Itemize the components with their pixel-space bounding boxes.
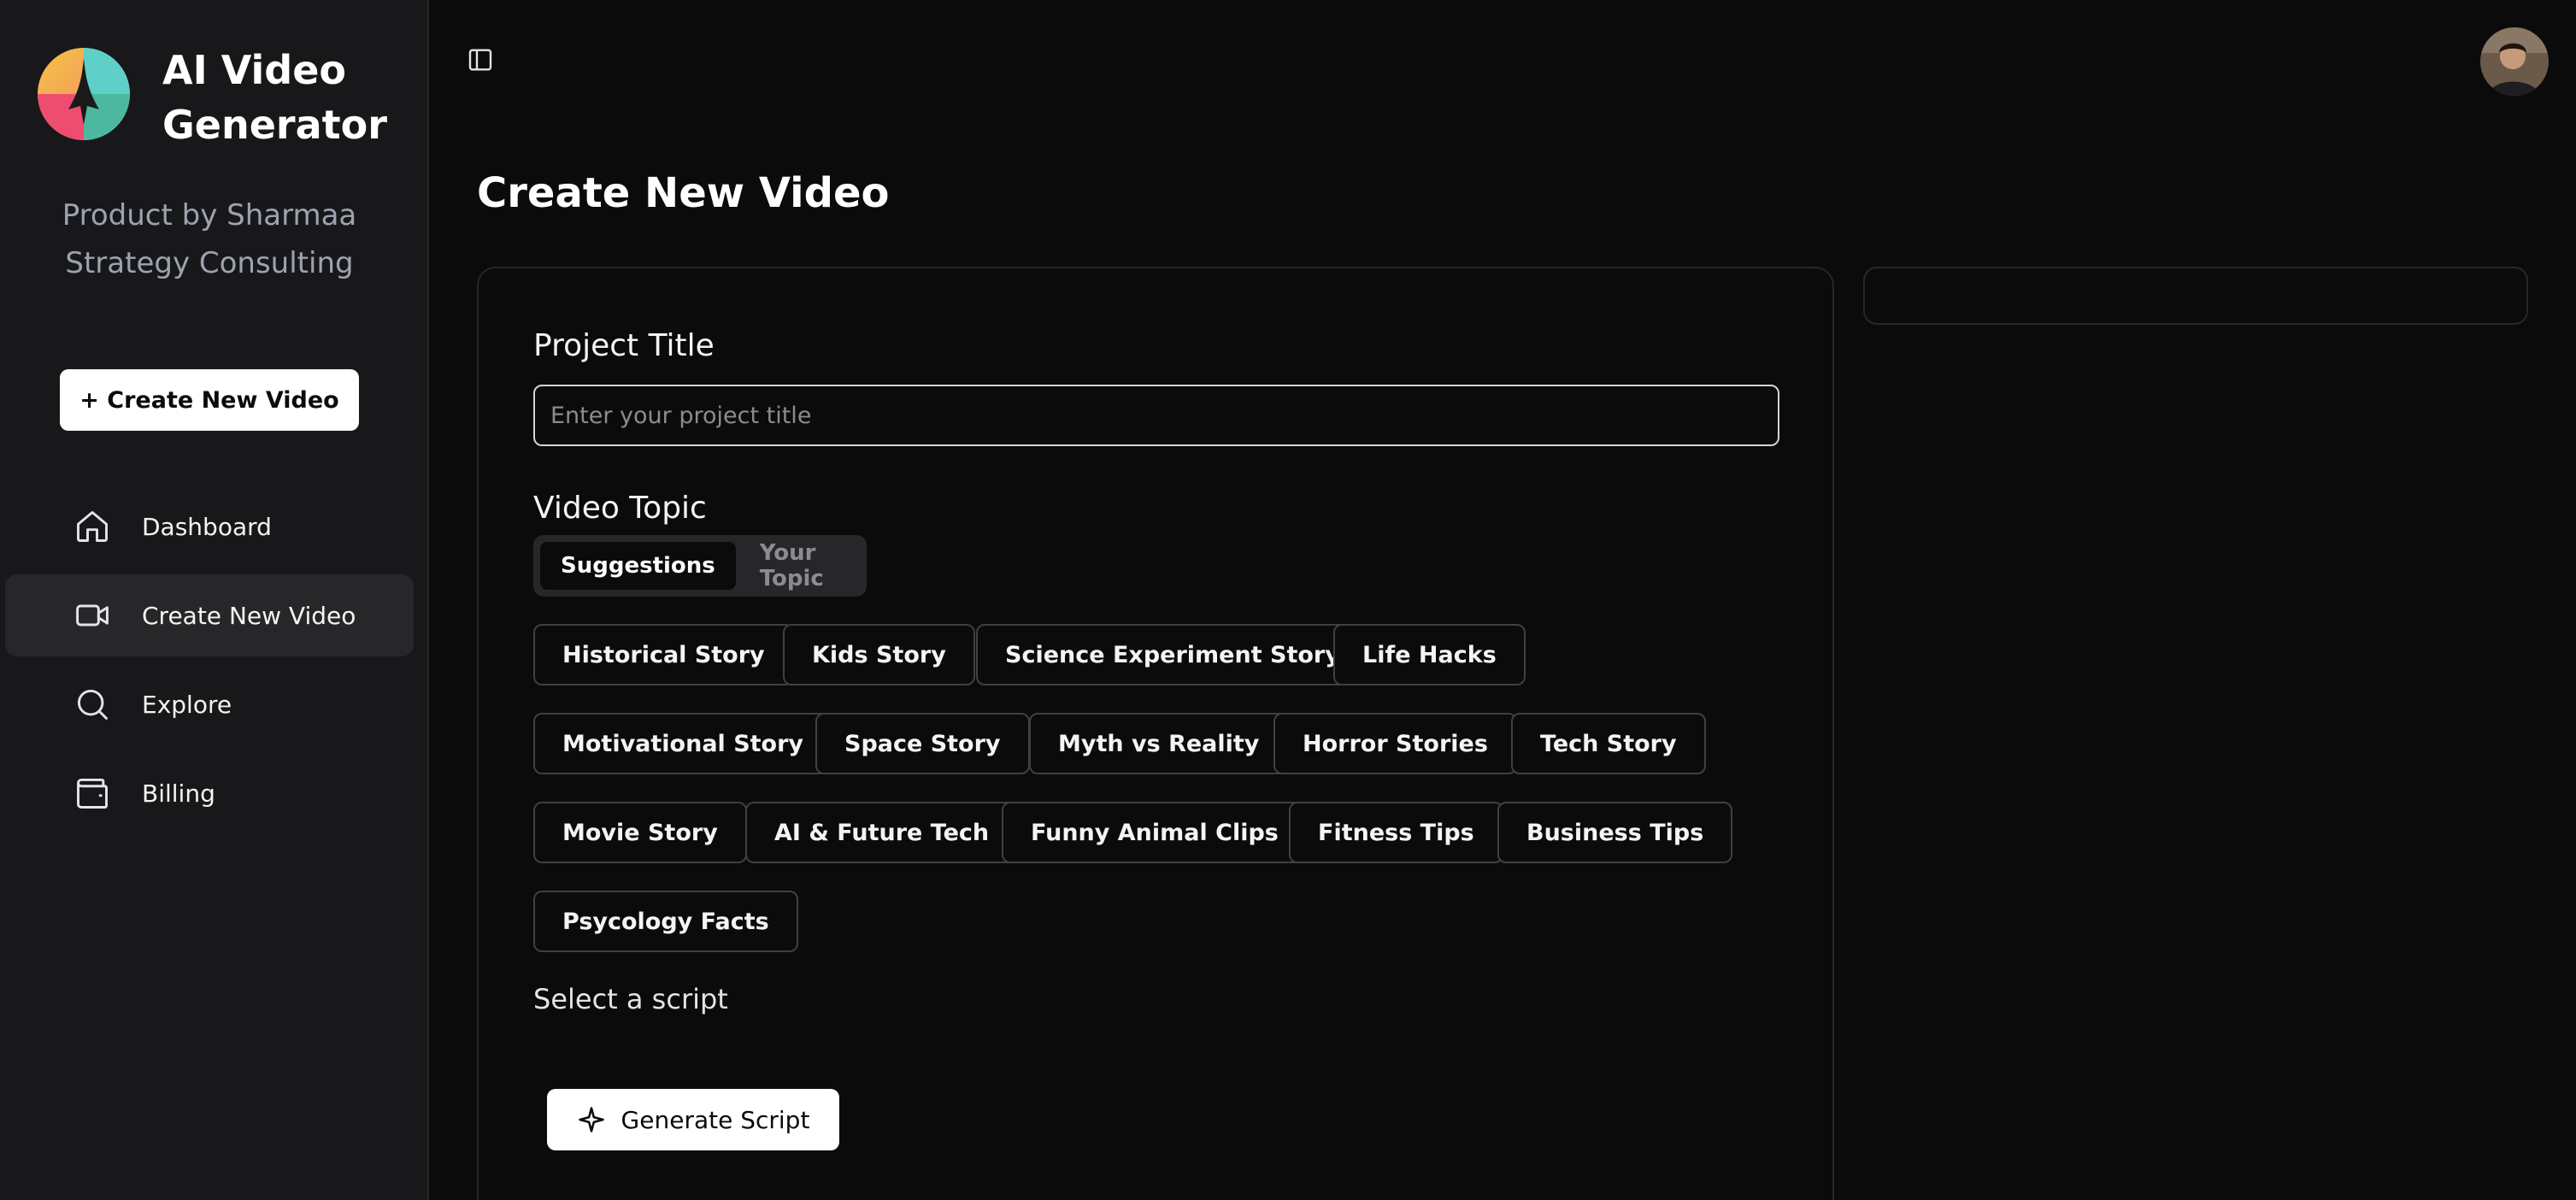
topic-chip-space-story[interactable]: Space Story	[815, 713, 1030, 774]
sidebar-item-explore[interactable]: Explore	[5, 663, 414, 745]
topic-tabs: Suggestions Your Topic	[533, 535, 867, 597]
topic-chip-motivational-story[interactable]: Motivational Story	[533, 713, 833, 774]
tab-your-topic[interactable]: Your Topic	[739, 540, 860, 591]
sidebar-item-billing[interactable]: Billing	[5, 752, 414, 834]
generate-script-label: Generate Script	[620, 1105, 810, 1134]
tab-suggestions[interactable]: Suggestions	[540, 542, 736, 590]
topic-chip-kids-story[interactable]: Kids Story	[783, 624, 975, 685]
sidebar-item-label: Explore	[142, 690, 232, 719]
topic-chip-historical-story[interactable]: Historical Story	[533, 624, 794, 685]
sidebar-item-label: Billing	[142, 779, 215, 808]
sidebar-item-dashboard[interactable]: Dashboard	[5, 485, 414, 568]
page-title: Create New Video	[477, 169, 890, 217]
topic-chip-movie-story[interactable]: Movie Story	[533, 802, 747, 863]
sidebar-item-label: Dashboard	[142, 512, 272, 541]
brand-name: AI Video Generator	[162, 47, 387, 148]
topic-chip-business-tips[interactable]: Business Tips	[1497, 802, 1733, 863]
video-camera-icon	[76, 604, 109, 626]
topic-chip-horror-stories[interactable]: Horror Stories	[1273, 713, 1517, 774]
wallet-icon	[77, 778, 108, 809]
brand[interactable]: AI Video Generator	[31, 46, 387, 148]
topic-chip-science-experiment-story[interactable]: Science Experiment Story	[976, 624, 1369, 685]
video-topic-label: Video Topic	[533, 491, 707, 526]
create-new-video-button[interactable]: + Create New Video	[60, 369, 359, 431]
topic-chip-myth-vs-reality[interactable]: Myth vs Reality	[1029, 713, 1289, 774]
sparkle-icon	[578, 1107, 604, 1132]
user-avatar[interactable]	[2480, 27, 2549, 96]
topic-chip-tech-story[interactable]: Tech Story	[1511, 713, 1706, 774]
project-title-label: Project Title	[533, 328, 715, 363]
topic-chip-fitness-tips[interactable]: Fitness Tips	[1289, 802, 1503, 863]
topic-chip-life-hacks[interactable]: Life Hacks	[1333, 624, 1526, 685]
select-script-label: Select a script	[533, 983, 728, 1015]
sidebar: AI Video Generator Product by Sharmaa St…	[0, 0, 429, 1200]
sidebar-item-create-new-video[interactable]: Create New Video	[5, 574, 414, 656]
home-icon	[77, 511, 108, 542]
search-icon	[77, 689, 108, 720]
topic-chip-ai-future-tech[interactable]: AI & Future Tech	[745, 802, 1019, 863]
topic-chip-funny-animal-clips[interactable]: Funny Animal Clips	[1002, 802, 1308, 863]
generate-script-button[interactable]: Generate Script	[547, 1089, 839, 1150]
topic-chip-psycology-facts[interactable]: Psycology Facts	[533, 891, 798, 952]
avatar-image	[2480, 27, 2549, 96]
preview-panel	[1863, 267, 2528, 325]
brand-tagline: Product by Sharmaa Strategy Consulting	[62, 198, 357, 280]
sidebar-nav: Dashboard Create New Video Explore Billi…	[5, 485, 414, 841]
project-title-input[interactable]	[533, 385, 1779, 446]
sidebar-toggle-icon[interactable]	[467, 46, 494, 74]
app-logo-icon	[38, 48, 130, 140]
sidebar-item-label: Create New Video	[142, 601, 356, 630]
